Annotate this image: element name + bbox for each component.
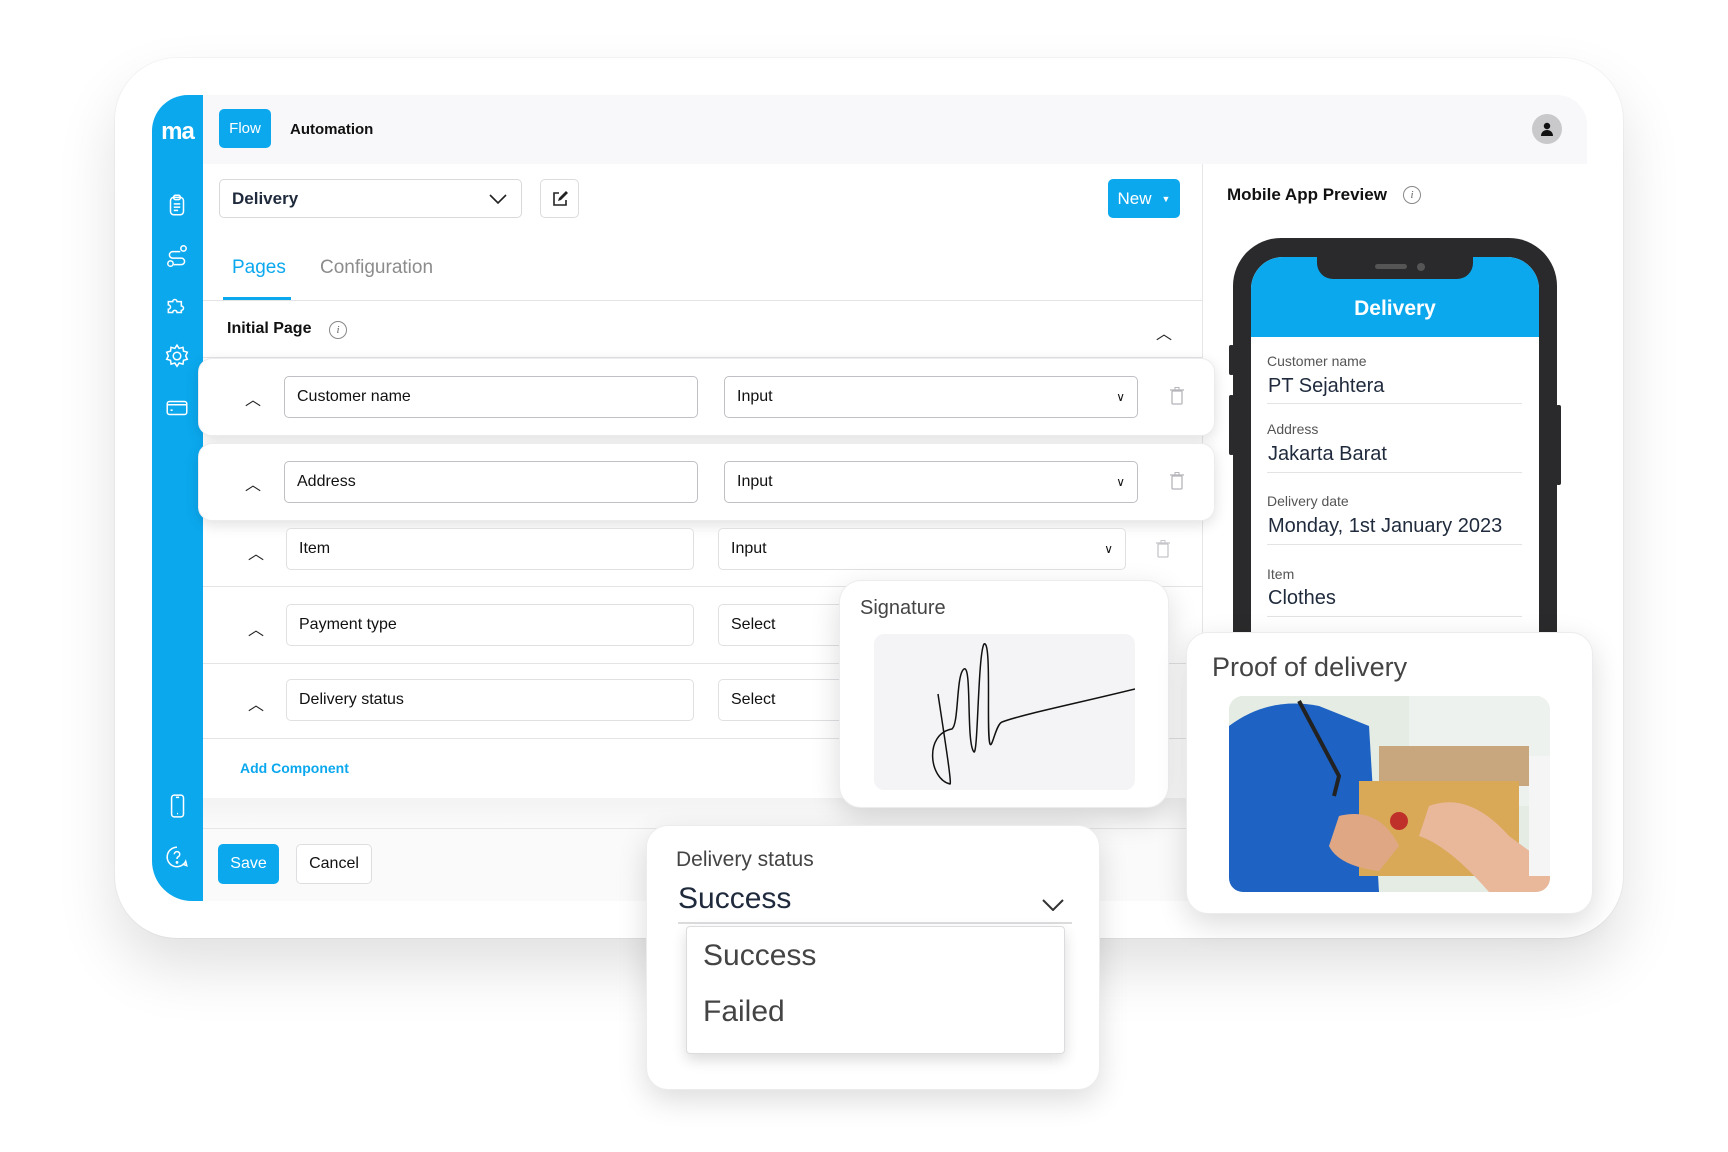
component-name-value: Item	[299, 540, 331, 557]
edit-icon	[552, 190, 568, 206]
top-bar	[203, 95, 1587, 164]
delivery-status-dropdown: Success Failed	[686, 926, 1065, 1054]
component-type-select[interactable]: Input ∨	[724, 376, 1138, 418]
preview-field-label: Customer name	[1267, 353, 1367, 369]
preview-field-line	[1267, 403, 1522, 404]
preview-field-line	[1267, 544, 1522, 545]
component-name-value: Payment type	[299, 616, 397, 633]
add-component-link[interactable]: Add Component	[240, 760, 349, 776]
preview-field-line	[1267, 616, 1522, 617]
component-name-input[interactable]: Payment type	[286, 604, 694, 646]
phone-side-button	[1556, 405, 1561, 485]
component-name-input[interactable]: Customer name	[284, 376, 698, 418]
collapse-row-icon[interactable]: ︿	[248, 616, 264, 640]
delivery-status-underline	[678, 922, 1072, 924]
user-avatar[interactable]	[1532, 114, 1562, 144]
preview-field-label: Item	[1267, 566, 1295, 582]
component-type-value: Input	[731, 540, 767, 557]
signature-pad[interactable]	[874, 634, 1136, 790]
flow-select-value: Delivery	[232, 188, 299, 208]
chevron-down-icon	[489, 193, 507, 204]
edit-flow-button[interactable]	[540, 179, 579, 218]
phone-side-button	[1229, 345, 1234, 375]
chevron-down-icon: ∨	[1116, 390, 1125, 404]
preview-field-value: Clothes	[1268, 587, 1336, 609]
flow-select[interactable]: Delivery	[219, 179, 522, 218]
speaker	[1375, 264, 1407, 269]
delivery-photo	[1229, 696, 1550, 892]
section-title: Initial Page	[227, 320, 312, 337]
collapse-row-icon[interactable]: ︿	[245, 386, 261, 410]
trash-icon[interactable]	[1156, 540, 1170, 563]
phone-side-button	[1229, 395, 1234, 455]
preview-field-label: Delivery date	[1267, 493, 1349, 509]
user-icon	[1541, 122, 1553, 136]
caret-down-icon: ▼	[1161, 193, 1171, 204]
component-type-value: Select	[731, 691, 776, 708]
signature-drawing	[931, 643, 1136, 785]
phone-notch	[1317, 257, 1473, 279]
component-type-select[interactable]: Input ∨	[724, 461, 1138, 503]
save-button[interactable]: Save	[218, 844, 279, 884]
collapse-row-icon[interactable]: ︿	[245, 471, 261, 495]
preview-field-value: Monday, 1st January 2023	[1268, 515, 1503, 537]
tab-pages[interactable]: Pages	[232, 257, 286, 279]
component-type-value: Input	[737, 473, 773, 490]
info-icon[interactable]: i	[329, 321, 347, 339]
component-name-input[interactable]: Item	[286, 528, 694, 570]
component-name-input[interactable]: Address	[284, 461, 698, 503]
help-icon[interactable]	[164, 844, 190, 870]
collapse-row-icon[interactable]: ︿	[248, 540, 264, 564]
card-icon[interactable]	[164, 395, 190, 421]
new-button[interactable]: New ▼	[1108, 179, 1180, 218]
component-name-value: Address	[297, 473, 356, 490]
preview-field-value: Jakarta Barat	[1268, 443, 1387, 465]
info-icon[interactable]: i	[1403, 186, 1421, 204]
app-logo: ma	[161, 118, 195, 145]
nav-tab-automation[interactable]: Automation	[290, 121, 373, 138]
preview-field-label: Address	[1267, 421, 1319, 437]
phone-title: Delivery	[1354, 297, 1436, 320]
collapse-row-icon[interactable]: ︿	[248, 691, 264, 715]
delivery-status-value[interactable]: Success	[678, 882, 791, 916]
puzzle-icon[interactable]	[164, 293, 190, 319]
proof-title: Proof of delivery	[1212, 652, 1408, 682]
component-type-value: Select	[731, 616, 776, 633]
tabs-divider	[203, 300, 1202, 301]
trash-icon[interactable]	[1170, 387, 1184, 410]
preview-field-line	[1267, 472, 1522, 473]
new-button-label: New	[1117, 188, 1152, 208]
component-name-value: Delivery status	[299, 691, 404, 708]
trash-icon[interactable]	[1170, 472, 1184, 495]
cancel-button[interactable]: Cancel	[296, 844, 372, 884]
chevron-down-icon[interactable]	[1042, 898, 1064, 916]
dropdown-option-success[interactable]: Success	[703, 939, 816, 973]
component-type-value: Input	[737, 388, 773, 405]
collapse-section-icon[interactable]: ︿	[1156, 320, 1172, 344]
component-name-value: Customer name	[297, 388, 411, 405]
dropdown-option-failed[interactable]: Failed	[703, 995, 785, 1029]
component-type-select[interactable]: Input ∨	[718, 528, 1126, 570]
mobile-icon[interactable]	[164, 793, 190, 819]
preview-field-value: PT Sejahtera	[1268, 375, 1385, 397]
camera	[1417, 263, 1425, 271]
signature-title: Signature	[860, 597, 946, 619]
clipboard-icon[interactable]	[164, 192, 190, 218]
delivery-photo-illustration	[1229, 696, 1550, 892]
preview-title: Mobile App Preview	[1227, 185, 1387, 204]
chevron-down-icon: ∨	[1116, 475, 1125, 489]
chevron-down-icon: ∨	[1104, 542, 1113, 556]
delivery-status-label: Delivery status	[676, 848, 814, 871]
phone-screen: Delivery Customer name PT Sejahtera Addr…	[1251, 257, 1539, 657]
nav-tab-flow[interactable]: Flow	[219, 109, 271, 148]
tab-configuration[interactable]: Configuration	[320, 257, 433, 279]
route-icon[interactable]	[164, 243, 190, 269]
gear-icon[interactable]	[164, 343, 190, 369]
component-name-input[interactable]: Delivery status	[286, 679, 694, 721]
